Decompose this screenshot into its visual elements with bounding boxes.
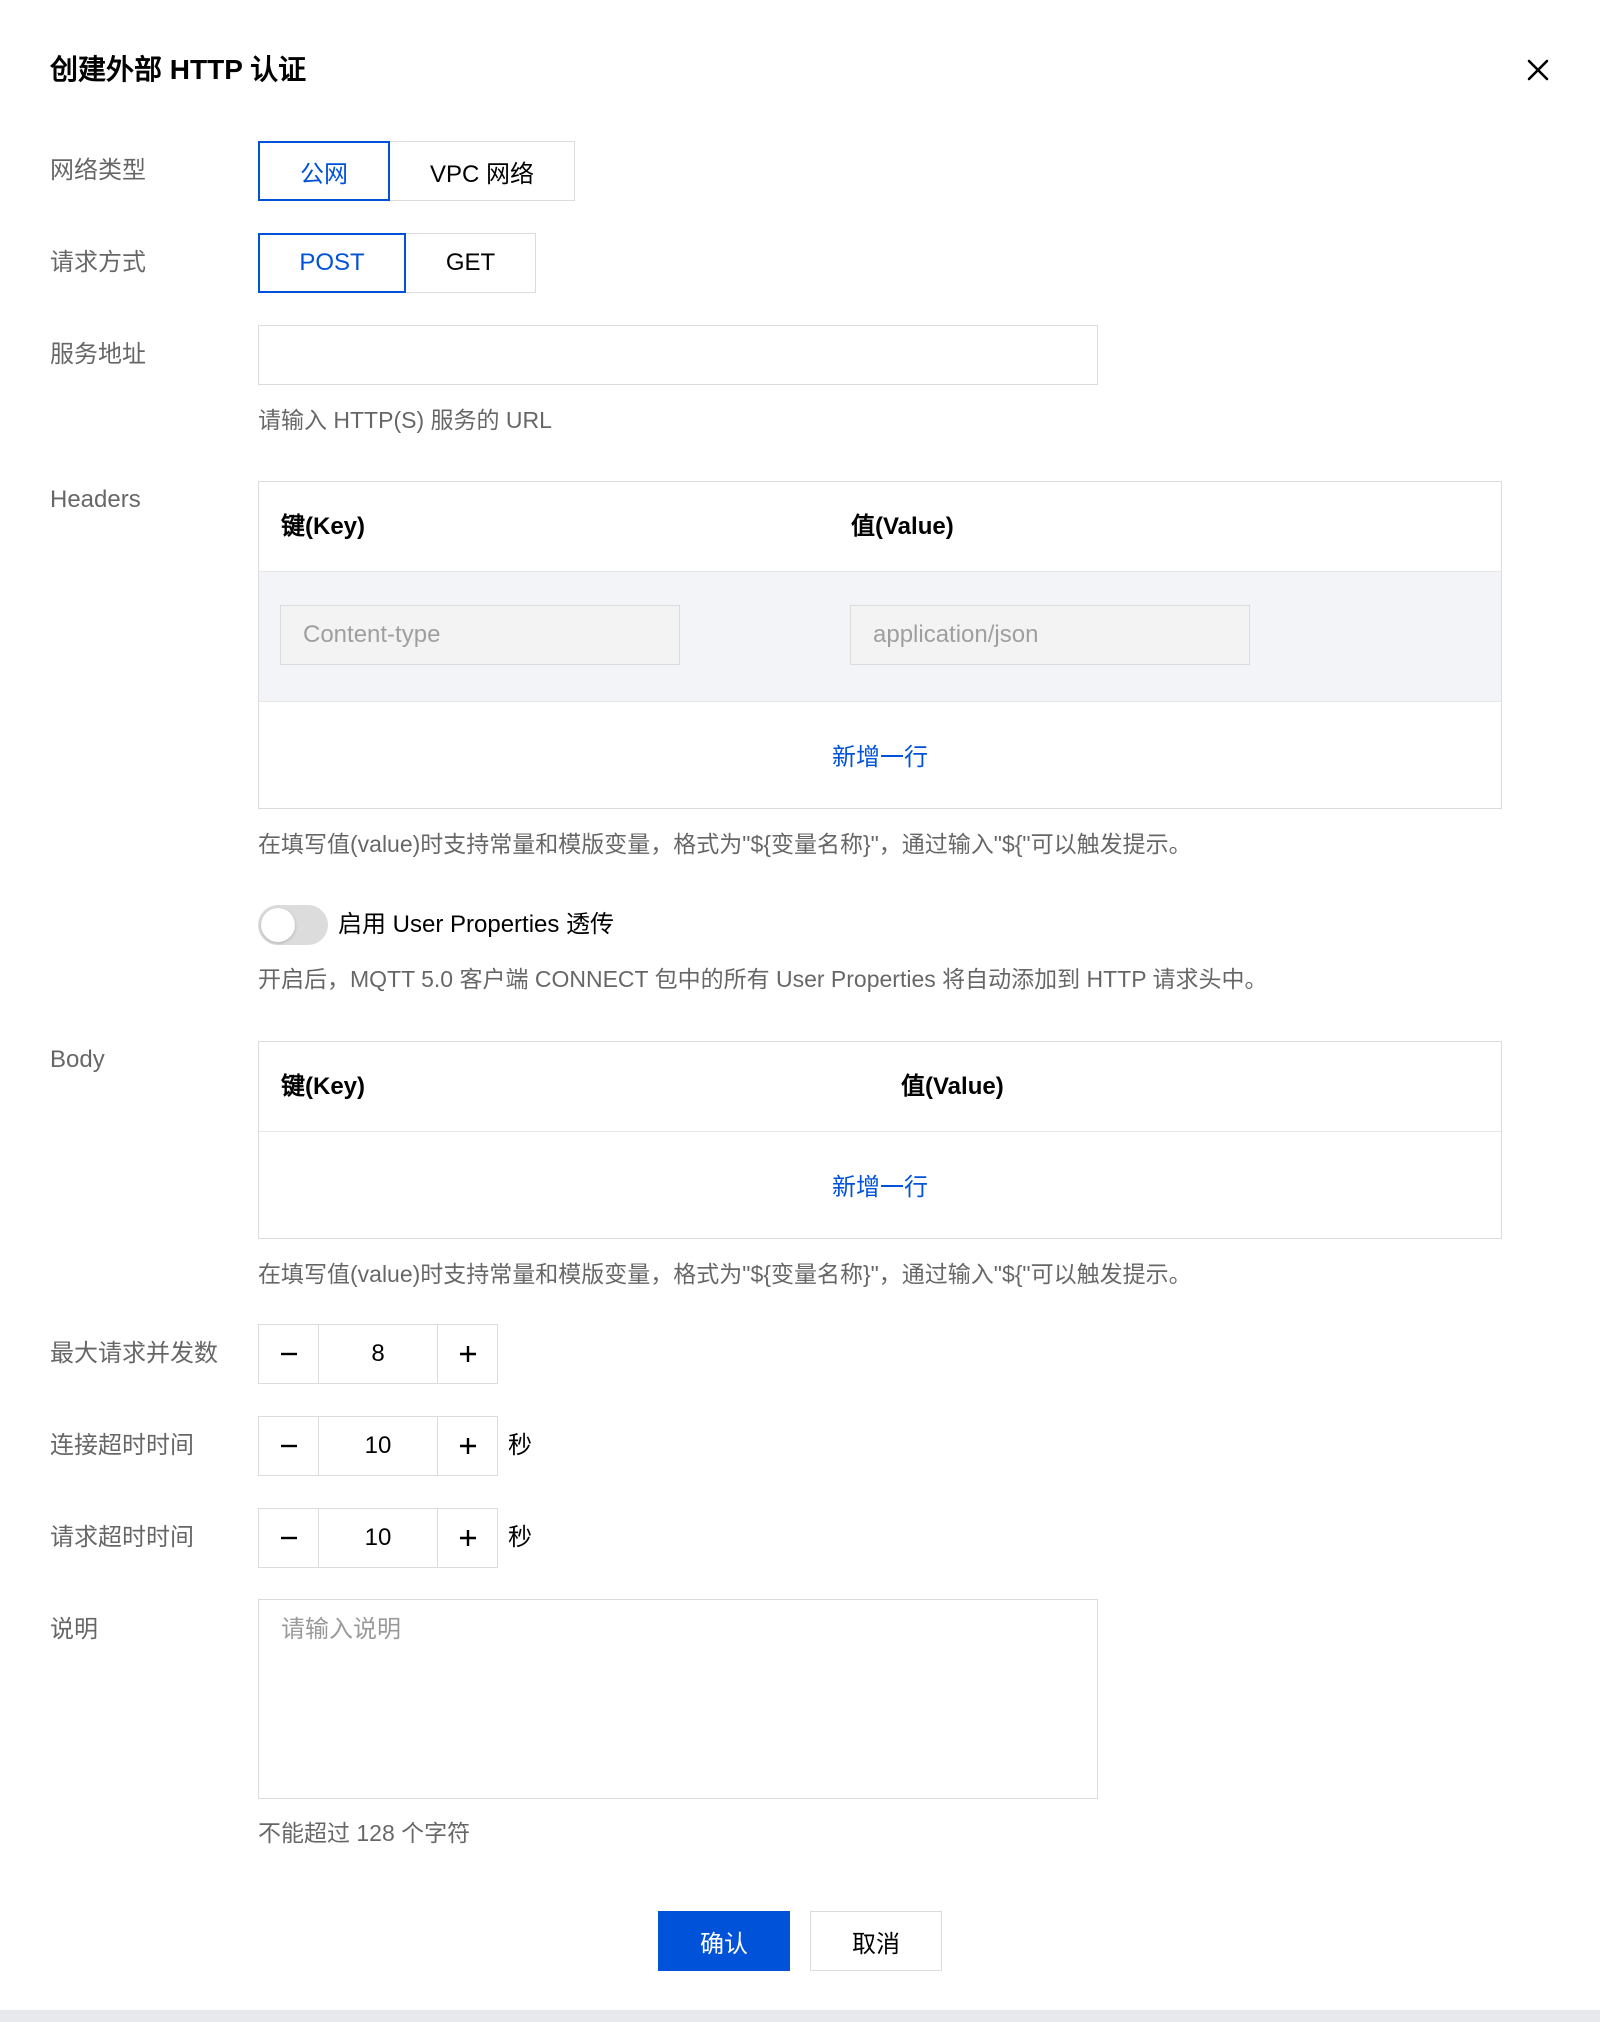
headers-add-row-button[interactable]: 新增一行 bbox=[259, 702, 1501, 807]
request-timeout-decrement-button[interactable] bbox=[258, 1508, 319, 1568]
request-method-label: 请求方式 bbox=[50, 249, 146, 276]
request-timeout-increment-button[interactable] bbox=[437, 1508, 498, 1568]
headers-table-header: 键(Key) 值(Value) bbox=[259, 482, 1501, 572]
body-hint: 在填写值(value)时支持常量和模版变量，格式为"${变量名称}"，通过输入"… bbox=[258, 1261, 1192, 1287]
table-row: Content-type application/json bbox=[259, 572, 1501, 702]
body-col-key: 键(Key) bbox=[281, 1073, 366, 1100]
body-add-row-button[interactable]: 新增一行 bbox=[259, 1132, 1501, 1237]
body-label: Body bbox=[50, 1046, 105, 1073]
create-http-auth-dialog: 创建外部 HTTP 认证 网络类型 公网 VPC 网络 请求方式 POST GE… bbox=[0, 0, 1600, 2010]
dialog-title: 创建外部 HTTP 认证 bbox=[50, 54, 307, 85]
body-col-value: 值(Value) bbox=[901, 1073, 1004, 1100]
plus-icon bbox=[459, 1530, 476, 1546]
request-timeout-unit: 秒 bbox=[508, 1524, 532, 1551]
description-label: 说明 bbox=[50, 1616, 98, 1643]
body-table-header: 键(Key) 值(Value) bbox=[259, 1042, 1501, 1132]
network-type-segment: 公网 VPC 网络 bbox=[258, 141, 575, 201]
connect-timeout-value[interactable]: 10 bbox=[319, 1416, 437, 1476]
close-icon bbox=[1527, 59, 1549, 81]
toggle-knob bbox=[261, 908, 295, 942]
method-option-get[interactable]: GET bbox=[405, 233, 536, 293]
user-properties-hint: 开启后，MQTT 5.0 客户端 CONNECT 包中的所有 User Prop… bbox=[258, 966, 1268, 992]
method-option-post[interactable]: POST bbox=[258, 233, 406, 293]
body-table: 键(Key) 值(Value) 新增一行 bbox=[258, 1041, 1502, 1239]
network-type-label: 网络类型 bbox=[50, 157, 146, 184]
header-key-input: Content-type bbox=[280, 605, 680, 665]
headers-col-key: 键(Key) bbox=[281, 513, 366, 540]
user-properties-toggle[interactable] bbox=[258, 905, 328, 945]
connect-timeout-increment-button[interactable] bbox=[437, 1416, 498, 1476]
description-textarea[interactable] bbox=[258, 1599, 1098, 1799]
max-concurrency-stepper: 8 bbox=[258, 1324, 498, 1384]
cancel-button[interactable]: 取消 bbox=[810, 1911, 942, 1971]
connect-timeout-unit: 秒 bbox=[508, 1432, 532, 1459]
network-option-public[interactable]: 公网 bbox=[258, 141, 390, 201]
request-timeout-stepper: 10 bbox=[258, 1508, 498, 1568]
connect-timeout-decrement-button[interactable] bbox=[258, 1416, 319, 1476]
connect-timeout-stepper: 10 bbox=[258, 1416, 498, 1476]
headers-col-value: 值(Value) bbox=[851, 513, 954, 540]
max-concurrency-increment-button[interactable] bbox=[437, 1324, 498, 1384]
minus-icon bbox=[280, 1536, 297, 1540]
headers-hint: 在填写值(value)时支持常量和模版变量，格式为"${变量名称}"，通过输入"… bbox=[258, 831, 1192, 857]
header-value-input: application/json bbox=[850, 605, 1250, 665]
plus-icon bbox=[459, 1438, 476, 1454]
headers-label: Headers bbox=[50, 486, 141, 513]
confirm-button[interactable]: 确认 bbox=[658, 1911, 790, 1971]
service-address-input[interactable] bbox=[258, 325, 1098, 385]
service-address-label: 服务地址 bbox=[50, 341, 146, 368]
user-properties-label: 启用 User Properties 透传 bbox=[338, 911, 615, 938]
headers-table: 键(Key) 值(Value) Content-type application… bbox=[258, 481, 1502, 809]
max-concurrency-decrement-button[interactable] bbox=[258, 1324, 319, 1384]
request-timeout-label: 请求超时时间 bbox=[50, 1524, 194, 1551]
request-timeout-value[interactable]: 10 bbox=[319, 1508, 437, 1568]
max-concurrency-value[interactable]: 8 bbox=[319, 1324, 437, 1384]
connect-timeout-label: 连接超时时间 bbox=[50, 1432, 194, 1459]
description-hint: 不能超过 128 个字符 bbox=[258, 1820, 471, 1846]
close-button[interactable] bbox=[1520, 52, 1556, 88]
network-option-vpc[interactable]: VPC 网络 bbox=[389, 141, 575, 201]
minus-icon bbox=[280, 1352, 297, 1356]
minus-icon bbox=[280, 1444, 297, 1448]
service-address-hint: 请输入 HTTP(S) 服务的 URL bbox=[258, 407, 552, 433]
request-method-segment: POST GET bbox=[258, 233, 536, 293]
max-concurrency-label: 最大请求并发数 bbox=[50, 1340, 218, 1367]
plus-icon bbox=[459, 1346, 476, 1362]
